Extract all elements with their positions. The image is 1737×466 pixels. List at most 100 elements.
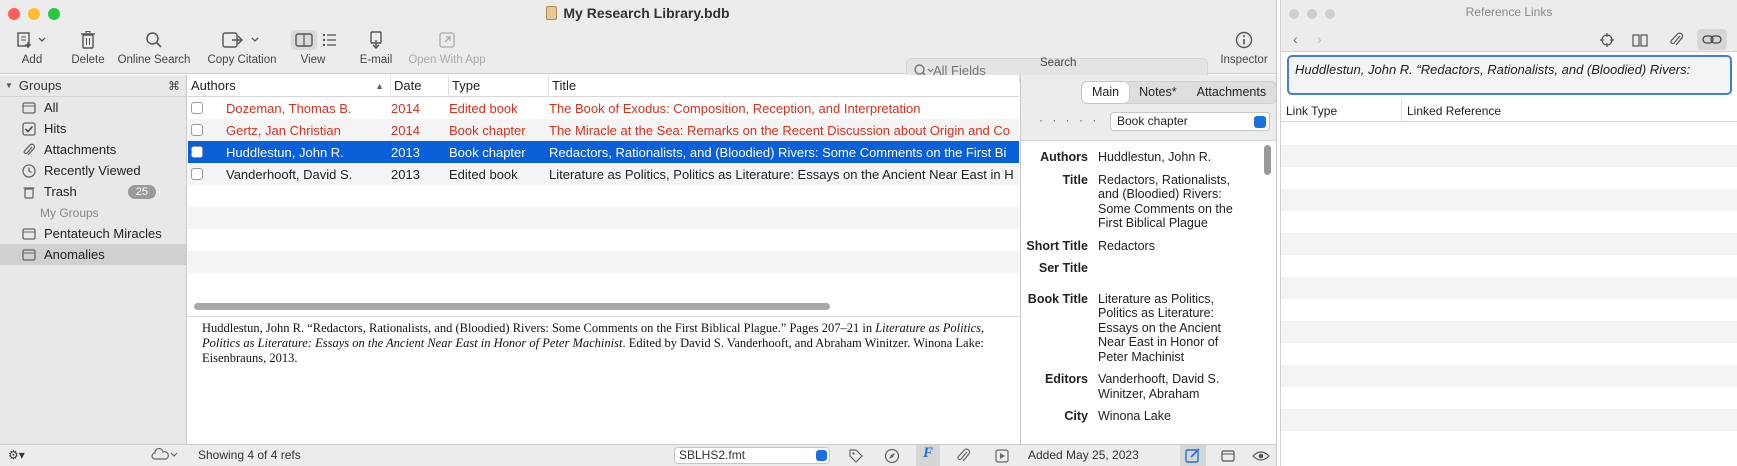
sidebar-item-label: Recently Viewed [44,163,141,178]
paperclip-icon[interactable] [1669,32,1685,51]
folder-icon [22,248,36,262]
column-type[interactable]: Type [449,75,549,97]
table-row[interactable]: Vanderhooft, David S. 2013 Edited book Lite… [188,163,1019,185]
field-value[interactable]: Huddlestun, John R. [1098,150,1250,165]
sidebar-item-label: Trash [44,184,77,199]
sidebar-item-trash[interactable]: Trash 25 [0,181,186,202]
vertical-scrollbar[interactable] [1264,145,1271,175]
row-checkbox[interactable] [191,102,203,114]
inspector-button[interactable]: Inspector [1216,30,1272,66]
citation-field[interactable]: Huddlestun, John R. “Redactors, Rational… [1287,55,1732,95]
table-row[interactable] [188,229,1019,251]
tab-notes[interactable]: Notes* [1129,82,1187,103]
sidebar-item-label: Hits [44,121,67,136]
sidebar-item-pentateuch-miracles[interactable]: Pentateuch Miracles [0,223,186,244]
citation-text: Huddlestun, John R. “Redactors, Rational… [1295,62,1691,77]
tab-main[interactable]: Main [1082,82,1130,103]
sidebar-item-anomalies[interactable]: Anomalies [0,244,186,265]
online-search-button[interactable]: Online Search [116,30,192,66]
type-cell: Book chapter [449,122,526,138]
edit-icon[interactable] [1180,445,1206,466]
delete-button[interactable]: Delete [68,30,108,66]
compass-icon[interactable] [884,448,900,466]
horizontal-scrollbar[interactable] [194,303,830,310]
row-checkbox[interactable] [191,168,203,180]
view-control[interactable]: View [287,30,349,66]
field-row: Authors Huddlestun, John R. [1021,146,1276,169]
trash-icon [22,185,36,199]
link-row [1281,123,1737,145]
folder-icon [22,227,36,241]
column-title[interactable]: Title [549,75,1019,97]
column-linked-reference[interactable]: Linked Reference [1402,100,1702,121]
eye-icon[interactable] [1252,448,1270,466]
rating-dots[interactable]: · · · · · [1039,113,1099,127]
online-search-label: Online Search [117,54,191,66]
field-value[interactable]: Vanderhooft, David S. Winitzer, Abraham [1098,372,1250,401]
field-row: Short Title Redactors [1021,235,1276,258]
disclosure-triangle-icon[interactable]: ▼ [5,81,13,90]
table-row[interactable] [188,207,1019,229]
link-icon[interactable] [1697,29,1727,50]
field-value[interactable]: Literature as Politics, Politics as Lite… [1098,292,1250,365]
field-value[interactable]: Winona Lake [1098,409,1250,424]
column-date[interactable]: Date [391,75,449,97]
link-row [1281,255,1737,277]
column-authors[interactable]: Authors ▲ [188,75,391,97]
format-f-icon[interactable]: F [916,445,940,466]
author-cell: Huddlestun, John R. [226,144,344,160]
field-value[interactable] [1098,261,1250,276]
sidebar-item-attachments[interactable]: Attachments [0,139,186,160]
field-row: Ser Title [1021,257,1276,288]
column-link-type[interactable]: Link Type [1281,100,1402,121]
field-label: Book Title [1027,291,1088,306]
paperclip-icon[interactable] [956,448,972,466]
date-cell: 2014 [391,122,420,138]
date-cell: 2013 [391,144,420,160]
column-label: Date [394,78,422,93]
row-checkbox[interactable] [191,124,203,136]
copy-citation-label: Copy Citation [207,54,277,66]
date-cell: 2014 [391,100,420,116]
sidebar-item-hits[interactable]: Hits [0,118,186,139]
open-with-app-button[interactable]: Open With App [406,30,488,66]
tab-attachments[interactable]: Attachments [1187,82,1276,103]
link-row [1281,409,1737,431]
reference-type-select[interactable]: Book chapter [1110,112,1270,131]
field-label: Title [1062,172,1088,187]
column-label: Type [452,78,481,93]
add-button[interactable]: Add [12,30,52,66]
add-label: Add [21,54,43,66]
cloud-icon[interactable] [150,447,180,465]
back-arrow-icon[interactable]: ‹ [1293,31,1298,47]
main-titlebar: My Research Library.bdb [0,0,1276,28]
sidebar-toggle-icon[interactable] [1220,448,1236,466]
forward-arrow-icon[interactable]: › [1317,31,1322,47]
groups-header[interactable]: ▼ Groups ⌘ [0,75,186,97]
link-row [1281,233,1737,255]
copy-citation-button[interactable]: Copy Citation [204,30,280,66]
tag-icon[interactable] [848,448,864,466]
field-label: City [1064,409,1088,423]
table-row[interactable] [188,251,1019,273]
search-icon [146,32,162,48]
table-row[interactable]: Huddlestun, John R. 2013 Book chapter Redac… [188,141,1019,163]
field-value[interactable]: Redactors [1098,239,1250,254]
table-row[interactable]: Dozeman, Thomas B. 2014 Edited book The Boo… [188,97,1019,119]
play-icon[interactable] [994,448,1010,466]
table-row[interactable] [188,185,1019,207]
field-list: Authors Huddlestun, John R. Title Redactors… [1021,141,1276,428]
sidebar-item-recently-viewed[interactable]: Recently Viewed [0,160,186,181]
email-button[interactable]: E-mail [356,30,396,66]
row-checkbox[interactable] [191,146,203,158]
title-cell: Redactors, Rationalists, and (Bloodied) … [549,144,1007,160]
sidebar-item-all[interactable]: All [0,97,186,118]
table-row[interactable]: Gertz, Jan Christian 2014 Book chapter The … [188,119,1019,141]
paperclip-icon [22,143,36,157]
book-icon[interactable] [1631,32,1649,51]
field-value[interactable]: Redactors, Rationalists, and (Bloodied) … [1098,173,1250,231]
crosshair-icon[interactable] [1599,32,1615,51]
citation-format-select[interactable]: SBLHS2.fmt [674,447,830,464]
view-label: View [300,54,326,66]
gear-icon[interactable]: ⚙▾ [8,448,25,462]
